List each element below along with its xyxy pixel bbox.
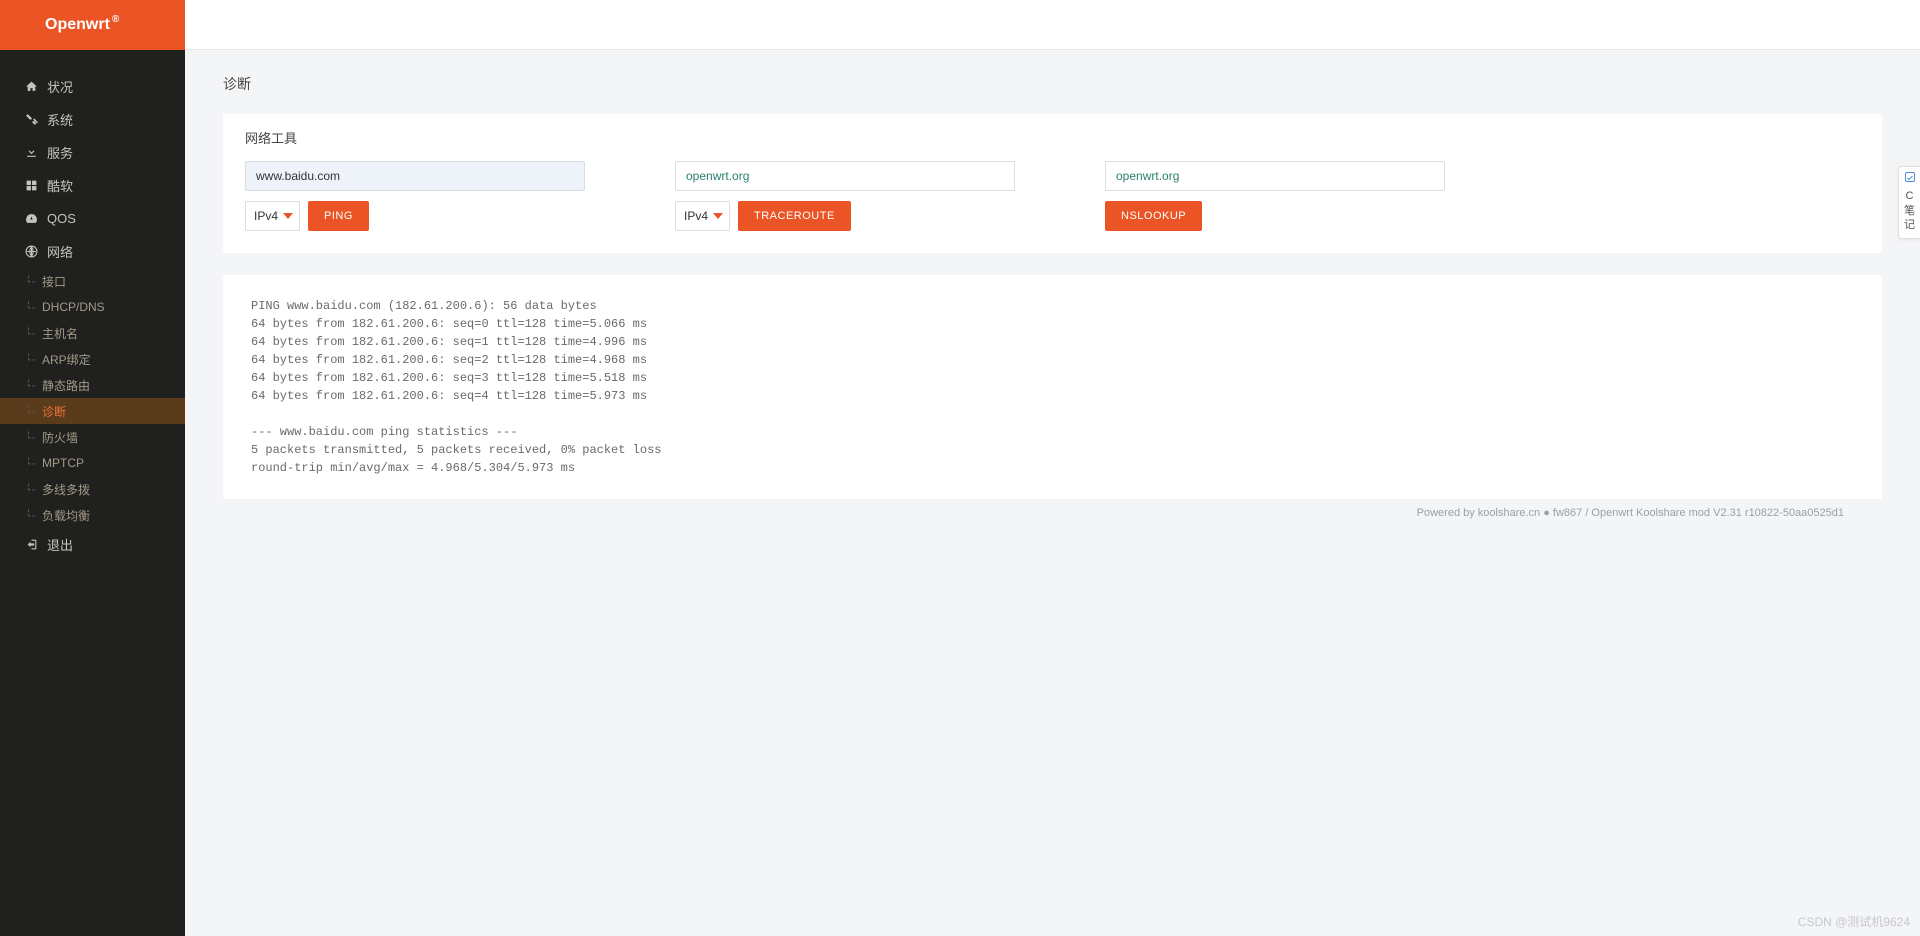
widget-line3: 记 <box>1904 219 1915 231</box>
subnav-label: 负载均衡 <box>42 507 90 524</box>
grid-icon <box>23 179 39 192</box>
brand-name: Openwrt <box>45 16 110 34</box>
subnav-mptcp[interactable]: MPTCP <box>0 450 185 476</box>
nav-label: 服务 <box>47 143 73 162</box>
widget-line1: C <box>1906 190 1914 202</box>
subnav-dhcp-dns[interactable]: DHCP/DNS <box>0 294 185 320</box>
nav-label: 系统 <box>47 110 73 129</box>
brand-logo: Openwrt ® <box>0 0 185 50</box>
nav-system[interactable]: 系统 <box>0 103 185 136</box>
subnav-label: MPTCP <box>42 456 84 470</box>
notes-widget[interactable]: C 笔 记 <box>1898 166 1920 239</box>
notes-icon <box>1899 171 1920 187</box>
nslookup-tool: NSLOOKUP <box>1105 161 1445 231</box>
subnav-label: 防火墙 <box>42 429 78 446</box>
download-icon <box>23 146 39 159</box>
nav-label: 网络 <box>47 242 73 261</box>
nav-label: QOS <box>47 211 76 226</box>
subnav-hostname[interactable]: 主机名 <box>0 320 185 346</box>
subnav-label: DHCP/DNS <box>42 300 105 314</box>
footer-text: Powered by koolshare.cn ● fw867 / Openwr… <box>223 499 1882 519</box>
watermark: CSDN @测试机9624 <box>1798 913 1910 930</box>
trace-ipver-select[interactable]: IPv4 <box>675 201 730 231</box>
globe-icon <box>23 245 39 258</box>
traceroute-tool: IPv4 TRACEROUTE <box>675 161 1015 231</box>
traceroute-button[interactable]: TRACEROUTE <box>738 201 851 231</box>
panel-title: 网络工具 <box>245 128 1860 147</box>
nav-network[interactable]: 网络 <box>0 235 185 268</box>
nav-services[interactable]: 服务 <box>0 136 185 169</box>
tools-icon <box>23 113 39 126</box>
page-title: 诊断 <box>223 74 1882 94</box>
nav-label: 酷软 <box>47 176 73 195</box>
subnav-diagnostics[interactable]: 诊断 <box>0 398 185 424</box>
brand-reg: ® <box>112 14 119 25</box>
topbar <box>185 0 1920 50</box>
nav-coolsoft[interactable]: 酷软 <box>0 169 185 202</box>
subnav-firewall[interactable]: 防火墙 <box>0 424 185 450</box>
subnav-static-route[interactable]: 静态路由 <box>0 372 185 398</box>
subnav-label: 主机名 <box>42 325 78 342</box>
nav-label: 状况 <box>47 77 73 96</box>
logout-icon <box>23 538 39 551</box>
main: 诊断 网络工具 IPv4 PING <box>185 0 1920 936</box>
ping-ipver-select[interactable]: IPv4 <box>245 201 300 231</box>
subnav-label: 诊断 <box>42 403 66 420</box>
ns-host-input[interactable] <box>1105 161 1445 191</box>
subnav-interface[interactable]: 接口 <box>0 268 185 294</box>
nav-logout[interactable]: 退出 <box>0 528 185 561</box>
subnav-loadbalance[interactable]: 负载均衡 <box>0 502 185 528</box>
subnav-label: 多线多拨 <box>42 481 90 498</box>
trace-host-input[interactable] <box>675 161 1015 191</box>
nav-status[interactable]: 状况 <box>0 70 185 103</box>
ping-tool: IPv4 PING <box>245 161 585 231</box>
ping-host-input[interactable] <box>245 161 585 191</box>
ping-button[interactable]: PING <box>308 201 369 231</box>
dashboard-icon <box>23 212 39 225</box>
command-output: PING www.baidu.com (182.61.200.6): 56 da… <box>251 297 1854 477</box>
subnav-arp[interactable]: ARP绑定 <box>0 346 185 372</box>
nav-qos[interactable]: QOS <box>0 202 185 235</box>
network-tools-panel: 网络工具 IPv4 PING <box>223 114 1882 253</box>
subnav-label: 接口 <box>42 273 66 290</box>
subnav-label: ARP绑定 <box>42 351 91 368</box>
home-icon <box>23 80 39 93</box>
subnav-multiwan[interactable]: 多线多拨 <box>0 476 185 502</box>
sidebar: Openwrt ® 状况 系统 服务 酷软 QOS <box>0 0 185 936</box>
subnav-label: 静态路由 <box>42 377 90 394</box>
widget-line2: 笔 <box>1904 205 1915 217</box>
output-panel: PING www.baidu.com (182.61.200.6): 56 da… <box>223 275 1882 499</box>
nav-label: 退出 <box>47 535 73 554</box>
nslookup-button[interactable]: NSLOOKUP <box>1105 201 1202 231</box>
